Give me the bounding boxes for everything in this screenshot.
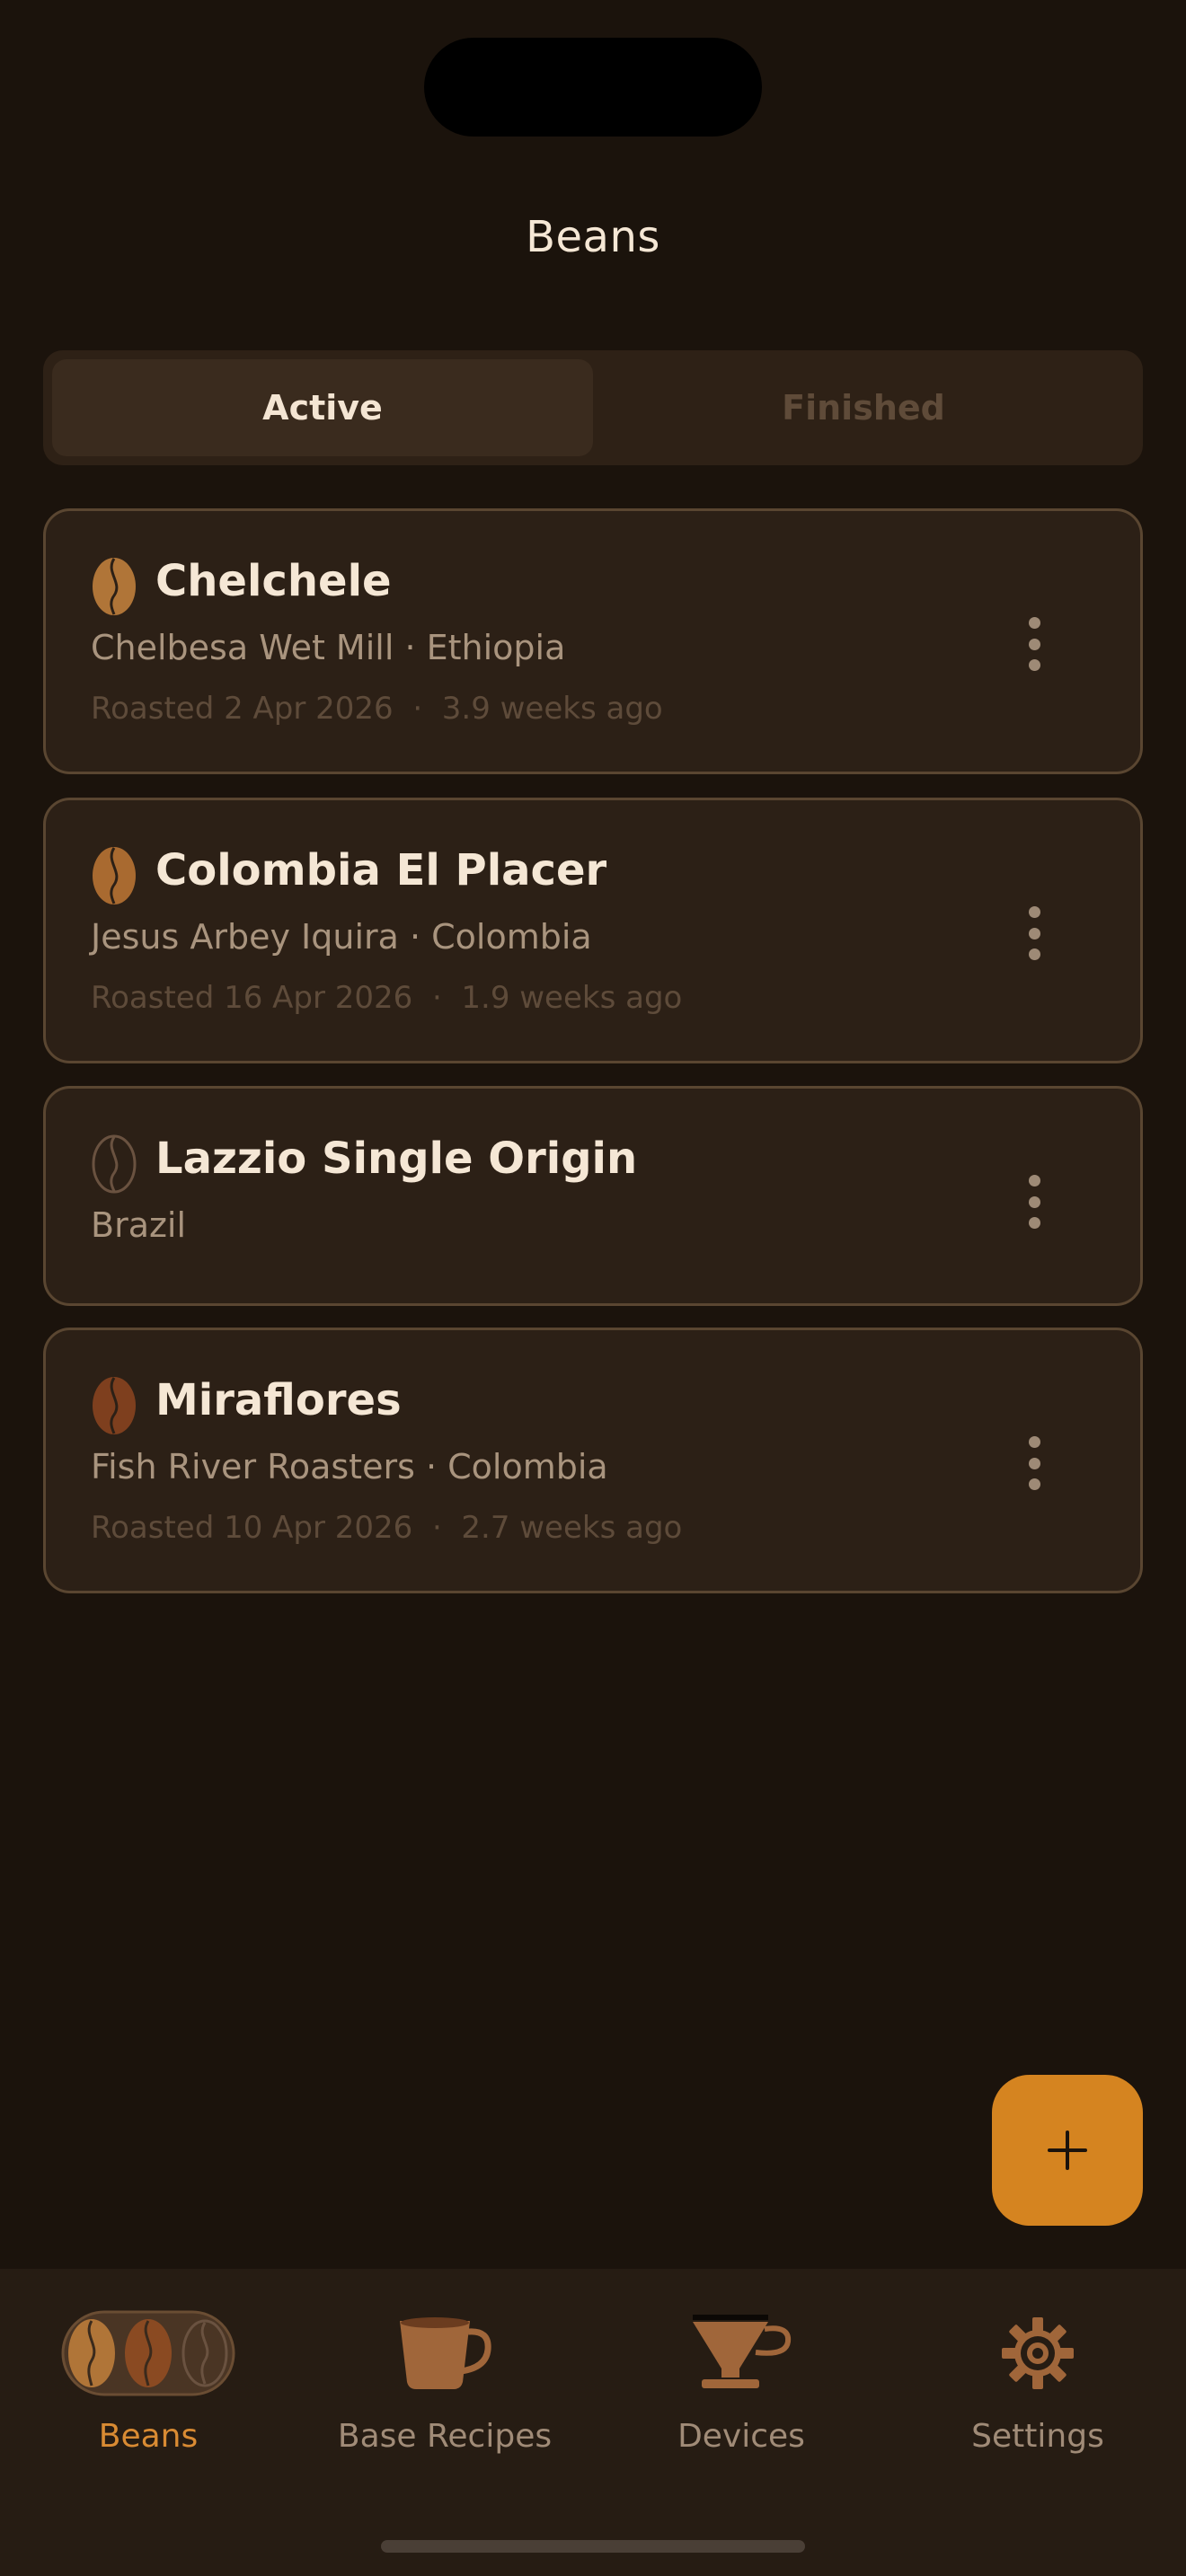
bean-name: Chelchele (155, 556, 392, 606)
tab-label: Beans (98, 2418, 199, 2455)
bean-roast-info: Roasted 16 Apr 2026 · 1.9 weeks ago (91, 980, 682, 1016)
bean-roast-info: Roasted 10 Apr 2026 · 2.7 weeks ago (91, 1510, 682, 1546)
bean-subtitle: Fish River Roasters · Colombia (91, 1447, 608, 1486)
coffee-bean-icon (93, 1377, 136, 1434)
bean-subtitle: Brazil (91, 1205, 187, 1245)
roast-age: 2.7 weeks ago (461, 1510, 683, 1546)
bean-card[interactable]: Colombia El Placer Jesus Arbey Iquira · … (43, 798, 1143, 1063)
bean-card[interactable]: Miraflores Fish River Roasters · Colombi… (43, 1328, 1143, 1593)
tab-beans[interactable]: Beans (0, 2305, 296, 2475)
status-segmented-control: Active Finished (43, 350, 1143, 465)
segment-active[interactable]: Active (52, 359, 593, 456)
more-options-icon[interactable] (1027, 1175, 1041, 1229)
bean-roast-info: Roasted 2 Apr 2026 · 3.9 weeks ago (91, 691, 663, 727)
home-indicator (381, 2540, 805, 2553)
more-options-icon[interactable] (1027, 617, 1041, 671)
coffee-bean-icon (93, 558, 136, 615)
coffee-bean-icon (93, 847, 136, 904)
tab-label: Devices (677, 2418, 805, 2455)
bottom-tab-bar: Beans Base Recipes Devices Settings (0, 2269, 1186, 2576)
bean-name: Colombia El Placer (155, 845, 607, 895)
gear-icon (1002, 2317, 1074, 2389)
tab-devices[interactable]: Devices (593, 2305, 890, 2475)
segment-finished[interactable]: Finished (593, 359, 1134, 456)
meta-separator: · (412, 691, 423, 727)
page-title: Beans (526, 212, 660, 262)
dripper-icon (693, 2315, 792, 2388)
more-options-icon[interactable] (1027, 906, 1041, 960)
bean-name: Lazzio Single Origin (155, 1134, 638, 1184)
bean-subtitle: Chelbesa Wet Mill · Ethiopia (91, 628, 566, 667)
roasted-date: Roasted 10 Apr 2026 (91, 1510, 413, 1546)
more-options-icon[interactable] (1027, 1436, 1041, 1490)
coffee-bean-outline-icon (92, 1134, 137, 1194)
bean-name: Miraflores (155, 1375, 402, 1425)
meta-separator: · (431, 980, 442, 1016)
tab-settings[interactable]: Settings (890, 2305, 1186, 2475)
tab-label: Settings (971, 2418, 1104, 2455)
coffee-cup-icon (400, 2317, 491, 2389)
bean-card[interactable]: Lazzio Single Origin Brazil (43, 1086, 1143, 1306)
plus-icon (1048, 2130, 1087, 2170)
tab-base-recipes[interactable]: Base Recipes (296, 2305, 593, 2475)
meta-separator: · (431, 1510, 442, 1546)
bean-card[interactable]: Chelchele Chelbesa Wet Mill · Ethiopia R… (43, 508, 1143, 774)
roasted-date: Roasted 2 Apr 2026 (91, 691, 394, 727)
roast-age: 3.9 weeks ago (441, 691, 663, 727)
tab-label: Base Recipes (337, 2418, 553, 2455)
add-bean-button[interactable] (992, 2075, 1143, 2226)
beans-icon (61, 2310, 235, 2396)
dynamic-island (424, 38, 762, 137)
bean-subtitle: Jesus Arbey Iquira · Colombia (91, 917, 592, 957)
roasted-date: Roasted 16 Apr 2026 (91, 980, 413, 1016)
roast-age: 1.9 weeks ago (461, 980, 683, 1016)
